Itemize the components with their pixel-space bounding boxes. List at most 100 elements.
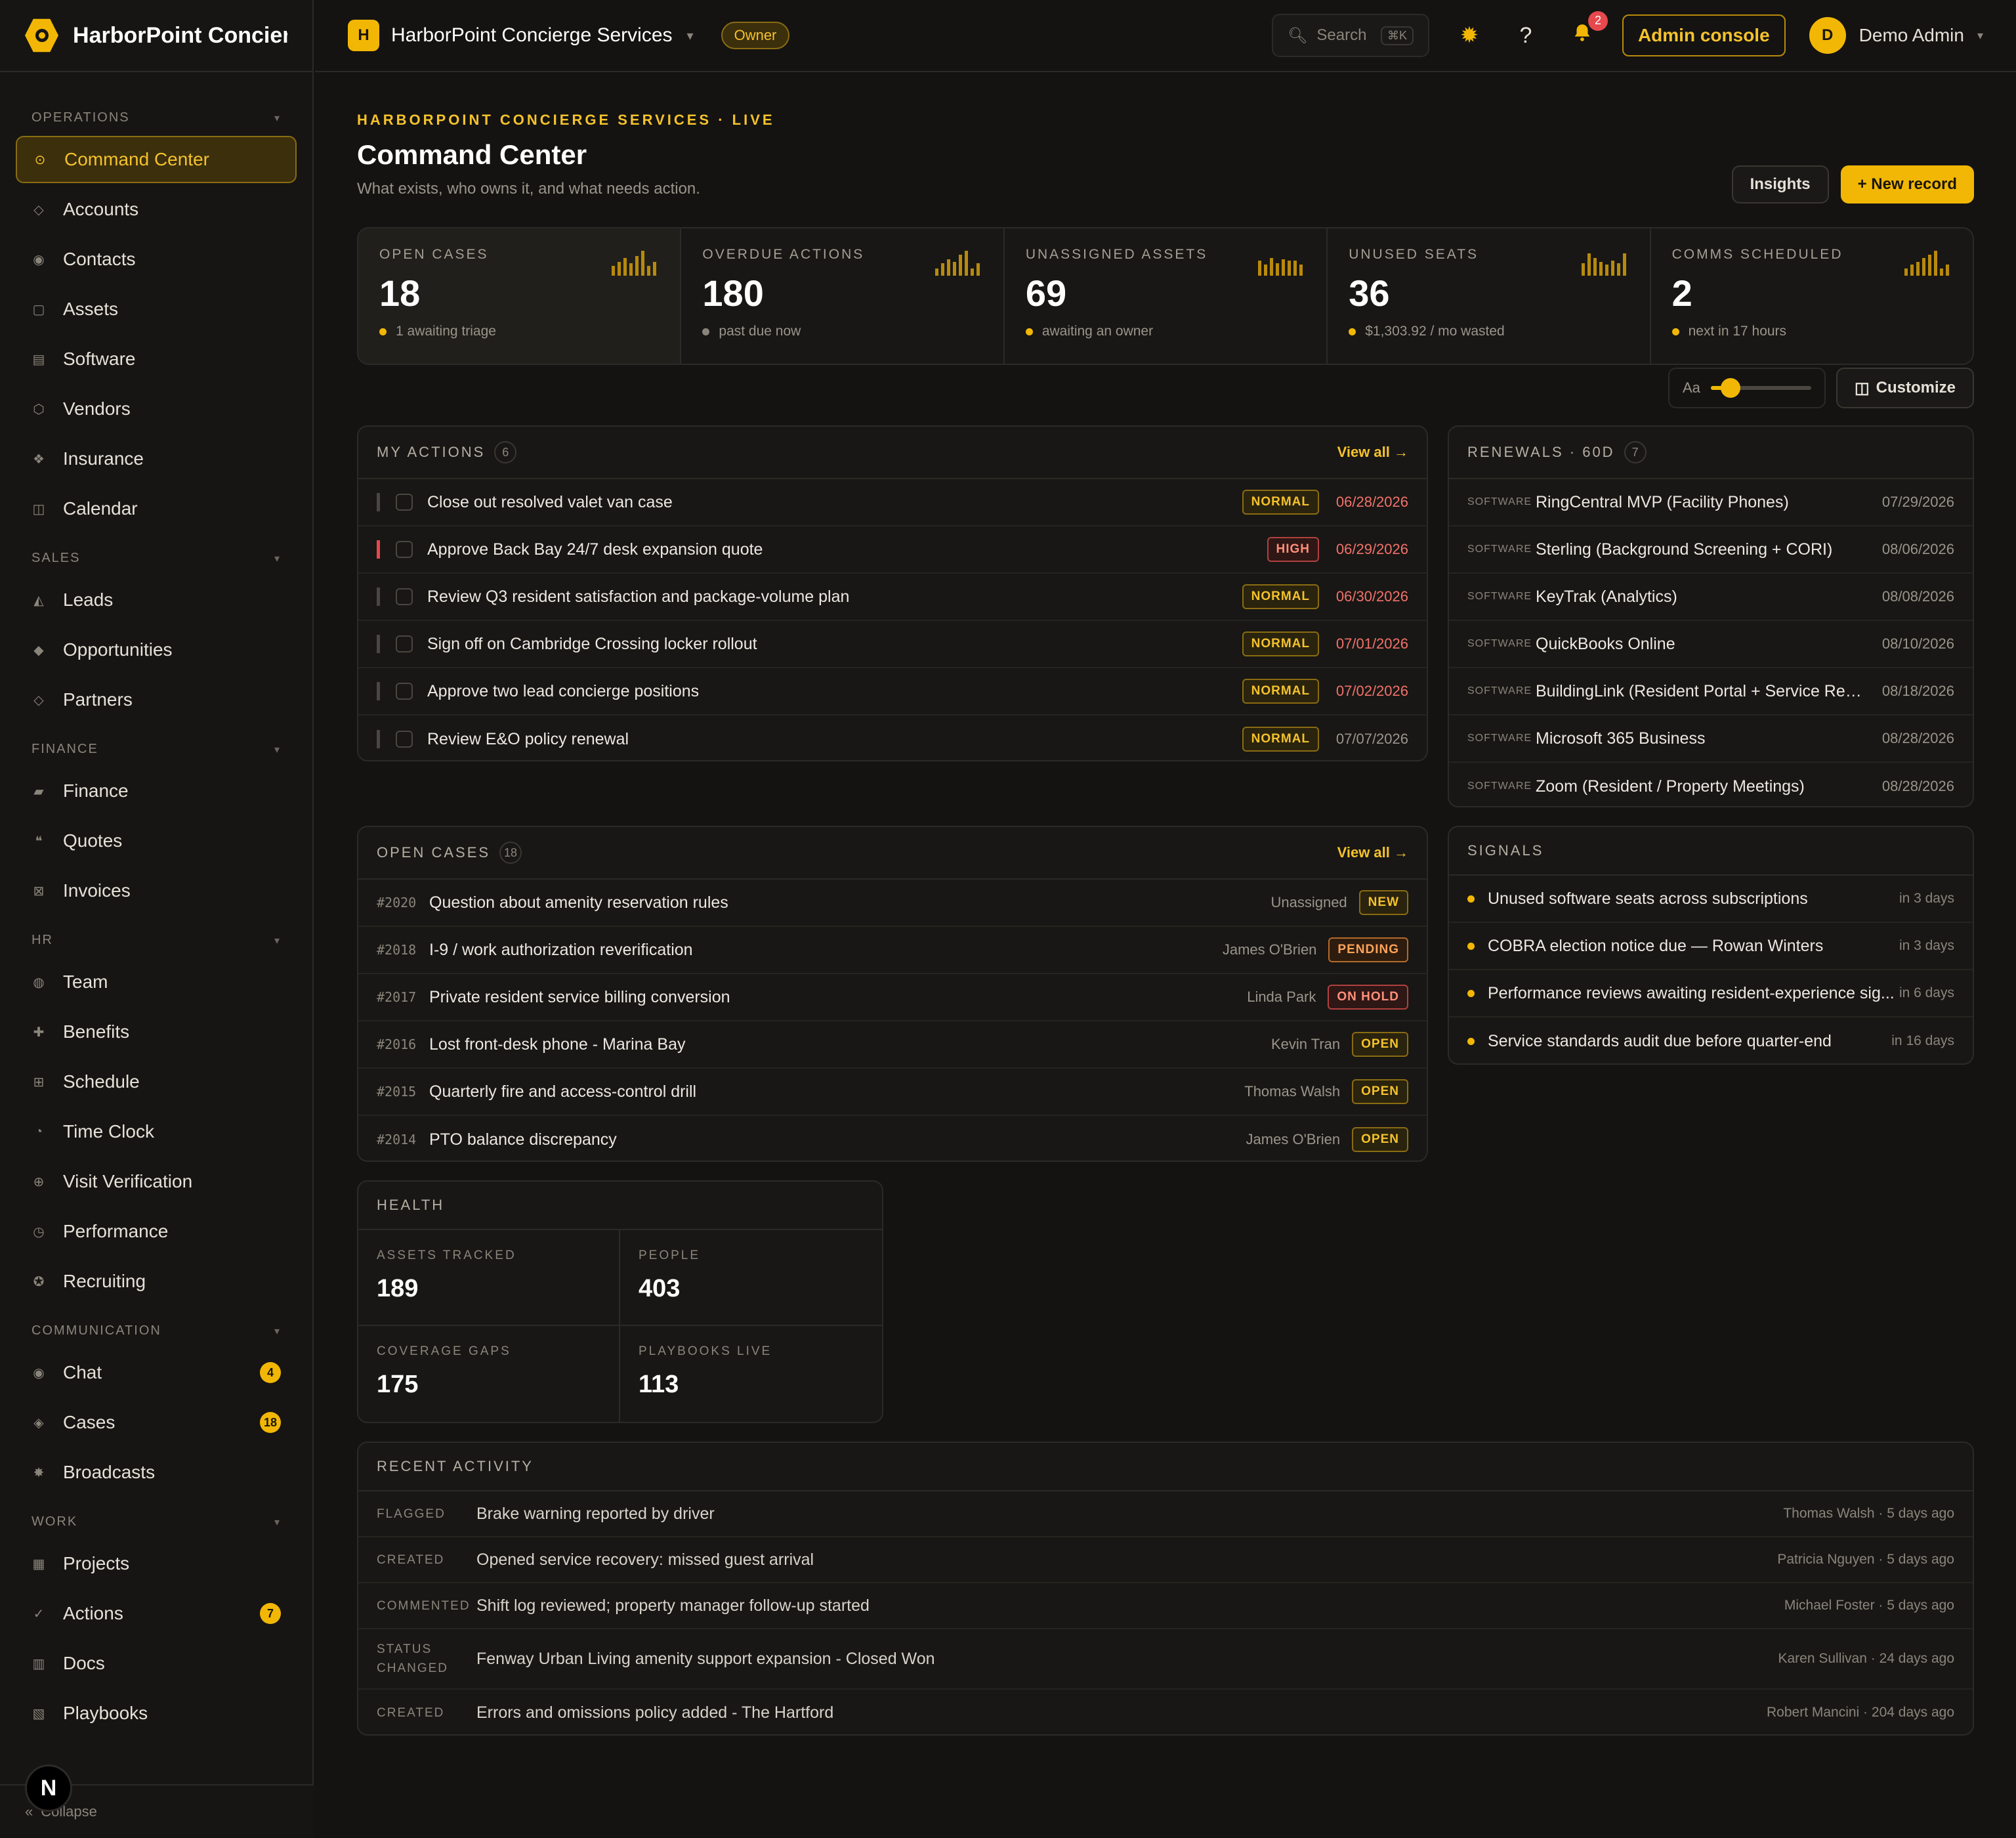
sidebar-item-vendors[interactable]: ⬡ Vendors <box>16 385 297 433</box>
case-row[interactable]: #2015 Quarterly fire and access-control d… <box>358 1069 1427 1116</box>
checkbox[interactable] <box>396 635 413 652</box>
checkbox[interactable] <box>396 683 413 700</box>
n-badge[interactable]: N <box>25 1764 72 1812</box>
kpi-card[interactable]: OPEN CASES 18 1 awaiting triage <box>358 228 682 364</box>
action-row[interactable]: Close out resolved valet van case NORMAL 0… <box>358 479 1427 526</box>
customize-button[interactable]: ◫ Customize <box>1836 368 1974 408</box>
checkbox[interactable] <box>396 494 413 511</box>
sidebar-item-leads[interactable]: ◭ Leads <box>16 576 297 624</box>
sidebar-section-header[interactable]: SALES ▾ <box>16 542 297 574</box>
sidebar-item-broadcasts[interactable]: ✸ Broadcasts <box>16 1449 297 1496</box>
signal-row[interactable]: Unused software seats across subscriptio… <box>1449 876 1973 923</box>
health-metric[interactable]: PLAYBOOKS LIVE 113 <box>620 1326 882 1422</box>
admin-console-button[interactable]: Admin console <box>1622 14 1786 56</box>
health-metric[interactable]: COVERAGE GAPS 175 <box>358 1326 620 1422</box>
chevron-down-icon[interactable]: ▾ <box>687 28 694 44</box>
insights-button[interactable]: Insights <box>1731 165 1829 203</box>
renewal-row[interactable]: SOFTWARE Microsoft 365 Business 08/28/2026 <box>1449 716 1973 763</box>
new-record-button[interactable]: + New record <box>1840 165 1974 203</box>
sidebar-item-chat[interactable]: ◉ Chat 4 <box>16 1349 297 1396</box>
kpi-card[interactable]: OVERDUE ACTIONS 180 past due now <box>681 228 1005 364</box>
action-row[interactable]: Approve two lead concierge positions NORM… <box>358 668 1427 716</box>
sparkline-bar <box>618 262 621 276</box>
renewal-row[interactable]: SOFTWARE Sterling (Background Screening +… <box>1449 526 1973 574</box>
renewal-row[interactable]: SOFTWARE RingCentral MVP (Facility Phones… <box>1449 479 1973 526</box>
case-row[interactable]: #2014 PTO balance discrepancy James O'Brie… <box>358 1116 1427 1161</box>
sidebar-section-header[interactable]: WORK ▾ <box>16 1505 297 1537</box>
sidebar-item-software[interactable]: ▤ Software <box>16 335 297 383</box>
renewal-row[interactable]: SOFTWARE KeyTrak (Analytics) 08/08/2026 <box>1449 574 1973 621</box>
sidebar-item-cases[interactable]: ◈ Cases 18 <box>16 1399 297 1446</box>
health-metric[interactable]: ASSETS TRACKED 189 <box>358 1230 620 1326</box>
org-avatar[interactable]: H <box>348 20 379 51</box>
sidebar-item-calendar[interactable]: ◫ Calendar <box>16 485 297 532</box>
sidebar-item-docs[interactable]: ▥ Docs <box>16 1640 297 1687</box>
action-row[interactable]: Review Q3 resident satisfaction and pack… <box>358 574 1427 621</box>
sidebar-item-recruiting[interactable]: ✪ Recruiting <box>16 1258 297 1305</box>
case-row[interactable]: #2018 I-9 / work authorization reverifica… <box>358 927 1427 974</box>
sidebar-item-playbooks[interactable]: ▧ Playbooks <box>16 1690 297 1737</box>
signal-row[interactable]: Performance reviews awaiting resident-ex… <box>1449 970 1973 1017</box>
renewal-row[interactable]: SOFTWARE QuickBooks Online 08/10/2026 <box>1449 621 1973 668</box>
action-row[interactable]: Sign off on Cambridge Crossing locker ro… <box>358 621 1427 668</box>
slider-handle[interactable] <box>1721 378 1741 398</box>
sidebar-item-visit-verification[interactable]: ⊕ Visit Verification <box>16 1158 297 1205</box>
sidebar-item-finance[interactable]: ▰ Finance <box>16 767 297 815</box>
checkbox[interactable] <box>396 731 413 748</box>
sidebar-item-invoices[interactable]: ⊠ Invoices <box>16 867 297 914</box>
kpi-card[interactable]: UNUSED SEATS 36 $1,303.92 / mo wasted <box>1328 228 1651 364</box>
case-row[interactable]: #2017 Private resident service billing co… <box>358 974 1427 1021</box>
renewal-row[interactable]: SOFTWARE Zoom (Resident / Property Meetin… <box>1449 763 1973 806</box>
org-switcher[interactable]: HarborPoint Concierge Services <box>391 24 673 47</box>
sidebar-item-insurance[interactable]: ❖ Insurance <box>16 435 297 482</box>
sidebar-item-benefits[interactable]: ✚ Benefits <box>16 1008 297 1056</box>
sidebar-item-quotes[interactable]: ❝ Quotes <box>16 817 297 865</box>
search-shortcut: ⌘K <box>1380 26 1414 45</box>
sidebar-item-projects[interactable]: ▦ Projects <box>16 1540 297 1587</box>
sparkline-bar <box>958 254 962 276</box>
sidebar-item-team[interactable]: ◍ Team <box>16 958 297 1006</box>
view-all-link[interactable]: View all → <box>1337 444 1408 461</box>
case-row[interactable]: #2016 Lost front-desk phone - Marina Bay K… <box>358 1021 1427 1069</box>
renewal-row[interactable]: SOFTWARE BuildingLink (Resident Portal + … <box>1449 668 1973 716</box>
checkbox[interactable] <box>396 588 413 605</box>
text-size-slider[interactable]: Aa <box>1668 368 1826 408</box>
brand[interactable]: HarborPoint Concier... <box>0 0 312 72</box>
sidebar-section-header[interactable]: COMMUNICATION ▾ <box>16 1314 297 1346</box>
activity-row[interactable]: CREATED Opened service recovery: missed g… <box>358 1537 1973 1583</box>
sidebar-item-opportunities[interactable]: ◆ Opportunities <box>16 626 297 673</box>
bell-icon[interactable]: 2 <box>1566 11 1608 50</box>
checkbox[interactable] <box>396 541 413 558</box>
view-all-link[interactable]: View all → <box>1337 844 1408 861</box>
action-row[interactable]: Approve Back Bay 24/7 desk expansion quo… <box>358 526 1427 574</box>
sidebar-item-contacts[interactable]: ◉ Contacts <box>16 236 297 283</box>
activity-row[interactable]: STATUS CHANGED Fenway Urban Living amenit… <box>358 1629 1973 1690</box>
sidebar-item-command-center[interactable]: ⊙ Command Center <box>16 136 297 183</box>
sidebar-item-accounts[interactable]: ◇ Accounts <box>16 186 297 233</box>
sidebar-section-header[interactable]: FINANCE ▾ <box>16 733 297 765</box>
sidebar-item-schedule[interactable]: ⊞ Schedule <box>16 1058 297 1105</box>
status-dot <box>379 328 387 335</box>
activity-row[interactable]: FLAGGED Brake warning reported by driver T… <box>358 1491 1973 1537</box>
activity-row[interactable]: COMMENTED Shift log reviewed; property ma… <box>358 1583 1973 1629</box>
sidebar-section-header[interactable]: HR ▾ <box>16 924 297 956</box>
sidebar-item-time-clock[interactable]: ◔ Time Clock <box>16 1108 297 1155</box>
sidebar-item-performance[interactable]: ◷ Performance <box>16 1208 297 1255</box>
theme-toggle-icon[interactable]: ✹ <box>1453 22 1486 49</box>
kpi-card[interactable]: UNASSIGNED ASSETS 69 awaiting an owner <box>1005 228 1328 364</box>
sidebar-item-assets[interactable]: ▢ Assets <box>16 286 297 333</box>
slider-track[interactable] <box>1710 378 1811 398</box>
sidebar-section-header[interactable]: OPERATIONS ▾ <box>16 101 297 133</box>
search-button[interactable]: 🔍︎ Search ⌘K <box>1271 14 1429 57</box>
signal-row[interactable]: COBRA election notice due — Rowan Winter… <box>1449 923 1973 970</box>
signal-row[interactable]: Service standards audit due before quart… <box>1449 1017 1973 1063</box>
action-row[interactable]: Review E&O policy renewal NORMAL 07/07/202… <box>358 716 1427 760</box>
case-row[interactable]: #2020 Question about amenity reservation … <box>358 880 1427 927</box>
health-metric[interactable]: PEOPLE 403 <box>620 1230 882 1326</box>
kpi-card[interactable]: COMMS SCHEDULED 2 next in 17 hours <box>1651 228 1973 364</box>
user-menu[interactable]: D Demo Admin ▾ <box>1809 17 1983 54</box>
sidebar-item-actions[interactable]: ✓ Actions 7 <box>16 1590 297 1637</box>
activity-row[interactable]: CREATED Errors and omissions policy added… <box>358 1690 1973 1734</box>
help-icon[interactable]: ? <box>1509 23 1542 49</box>
sidebar-item-partners[interactable]: ◇ Partners <box>16 676 297 723</box>
